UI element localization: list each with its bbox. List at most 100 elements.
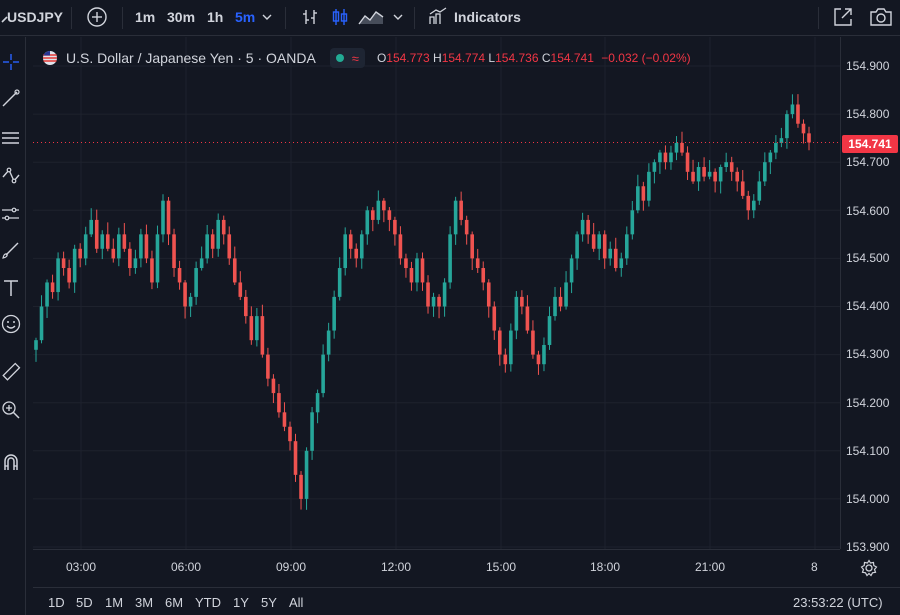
range-ytd-button[interactable]: YTD: [195, 595, 221, 610]
text-tool-button[interactable]: [0, 273, 22, 303]
candle-body: [597, 234, 601, 249]
interval-5m[interactable]: 5m: [235, 0, 255, 34]
range-all-button[interactable]: All: [289, 595, 303, 610]
candle-body: [740, 181, 745, 196]
emoji-tool-button[interactable]: [0, 309, 22, 339]
ruler-tool-button[interactable]: [0, 357, 22, 387]
brush-icon: [2, 242, 19, 259]
candle-body: [183, 282, 187, 307]
price-tick: 154.400: [846, 299, 890, 313]
candle-body: [608, 248, 613, 259]
price-tick: 154.200: [846, 396, 890, 410]
range-3m-button[interactable]: 3M: [135, 595, 153, 610]
interval-dropdown-button[interactable]: [262, 0, 272, 34]
plus-circle-icon: [87, 7, 107, 27]
crosshair-tool-button[interactable]: [0, 47, 22, 77]
candle-body: [117, 234, 121, 259]
chart-type-dropdown-button[interactable]: [393, 0, 403, 34]
time-tick: 12:00: [381, 560, 412, 574]
candle-body: [227, 234, 232, 259]
candle-body: [232, 258, 237, 283]
open-key: O: [376, 51, 387, 65]
time-tick: 8: [811, 560, 818, 574]
brush-tool-button[interactable]: [0, 235, 22, 265]
candle-body: [249, 316, 254, 341]
chevron-down-icon: [262, 14, 272, 20]
candle-body: [602, 234, 607, 259]
interval-1m[interactable]: 1m: [135, 0, 155, 34]
utc-clock[interactable]: 23:53:22 (UTC): [793, 595, 883, 610]
price-tick: 154.600: [846, 204, 890, 218]
candle-body: [785, 114, 789, 139]
candle-body: [277, 393, 281, 413]
interval-30m[interactable]: 30m: [167, 0, 195, 34]
time-tick: 15:00: [486, 560, 517, 574]
candle-body: [382, 200, 386, 211]
snapshot-button[interactable]: [869, 0, 893, 34]
candle-body: [128, 248, 132, 269]
compare-add-button[interactable]: [86, 0, 108, 34]
axis-settings-button[interactable]: [860, 559, 878, 582]
trendline-tool-button[interactable]: [0, 83, 22, 113]
candle-body: [266, 354, 270, 379]
us-flag-icon: [43, 50, 57, 65]
candle-body: [547, 316, 552, 345]
zoom-in-icon: [2, 401, 20, 419]
price-tick: 154.000: [846, 492, 890, 506]
candle-body: [685, 152, 690, 172]
range-5d-button[interactable]: 5D: [76, 595, 93, 610]
candle-body: [707, 171, 712, 177]
chart-pane[interactable]: [33, 37, 840, 549]
candle-body: [498, 330, 502, 355]
candle-body: [542, 344, 546, 365]
interval-1h[interactable]: 1h: [207, 0, 223, 34]
indicators-label: Indicators: [454, 9, 521, 25]
bar-style-button[interactable]: [300, 0, 320, 34]
range-1d-button[interactable]: 1D: [48, 595, 65, 610]
symbol-button[interactable]: USDJPY: [7, 0, 63, 34]
price-tick: 154.500: [846, 251, 890, 265]
toolbar-divider: [122, 7, 123, 29]
range-1y-button[interactable]: 1Y: [233, 595, 249, 610]
high-key: H: [433, 51, 442, 65]
candle-body: [393, 219, 397, 235]
candle-body: [238, 282, 243, 297]
candle-body: [155, 234, 160, 283]
candle-body: [724, 162, 728, 168]
forecast-tool-button[interactable]: [0, 199, 22, 229]
candle-body: [61, 258, 66, 269]
time-tick: 03:00: [66, 560, 97, 574]
candle-body: [72, 248, 77, 283]
candle-body: [371, 210, 375, 220]
candle-body: [448, 234, 452, 283]
candle-body: [613, 248, 618, 269]
candle-body: [50, 282, 55, 293]
ruler-icon: [2, 362, 21, 381]
zoom-tool-button[interactable]: [0, 395, 22, 425]
range-5y-button[interactable]: 5Y: [261, 595, 277, 610]
candle-body: [39, 306, 44, 341]
pattern-tool-button[interactable]: [0, 161, 22, 191]
candle-body: [514, 296, 519, 331]
fib-tool-button[interactable]: [0, 123, 22, 153]
candles-style-button[interactable]: [330, 0, 350, 34]
candle-body: [553, 296, 557, 317]
indicators-button[interactable]: Indicators: [428, 0, 521, 34]
area-chart-icon: [358, 11, 384, 25]
change-value: −0.032 (−0.02%): [601, 51, 691, 65]
candle-body: [691, 171, 695, 182]
candle-body: [337, 268, 342, 297]
candle-body: [161, 200, 165, 235]
price-tick: 154.700: [846, 155, 890, 169]
candle-body: [271, 378, 276, 394]
range-6m-button[interactable]: 6M: [165, 595, 183, 610]
area-style-button[interactable]: [358, 0, 384, 34]
fullscreen-button[interactable]: [832, 0, 854, 34]
market-status-badge[interactable]: ≈: [329, 48, 365, 68]
magnet-tool-button[interactable]: [0, 447, 22, 477]
candle-body: [619, 258, 624, 269]
smiley-icon: [1, 314, 21, 334]
range-1m-button[interactable]: 1M: [105, 595, 123, 610]
candle-body: [442, 282, 447, 307]
candle-body: [210, 234, 215, 249]
